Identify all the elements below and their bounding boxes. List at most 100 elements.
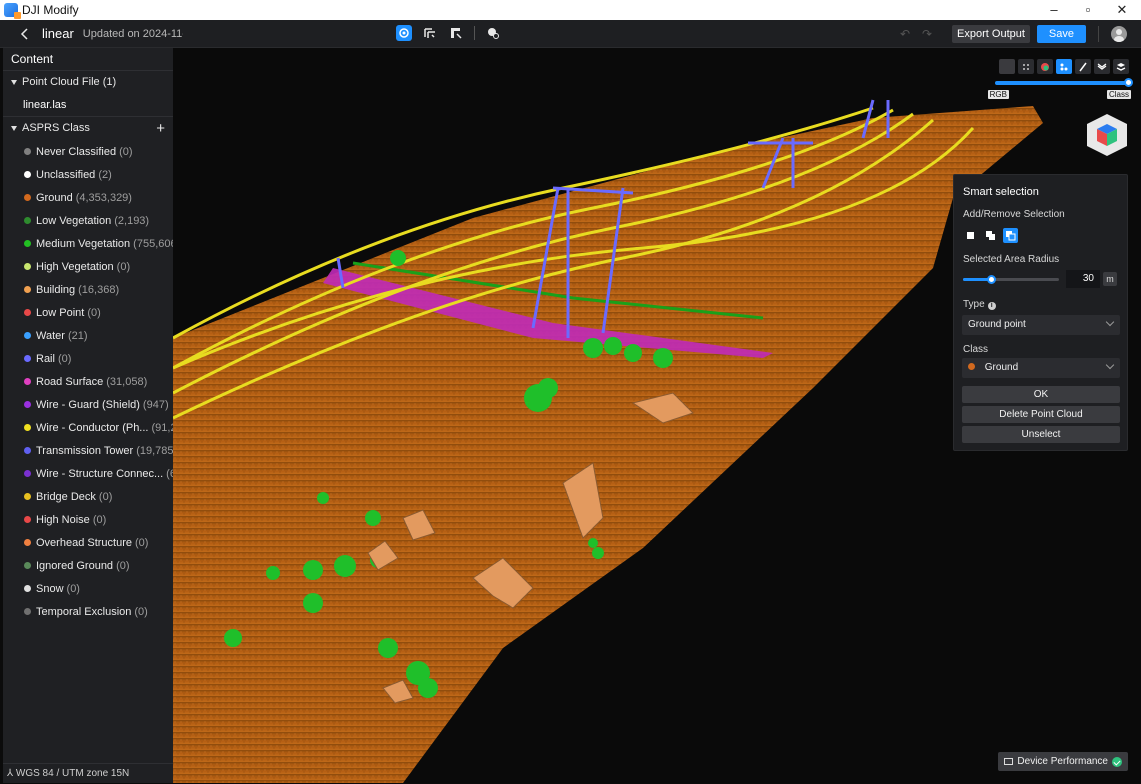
class-mode-icon[interactable] (1056, 59, 1072, 74)
delete-point-cloud-button[interactable]: Delete Point Cloud (962, 406, 1120, 423)
radius-input[interactable]: 30 (1066, 270, 1100, 288)
class-item[interactable]: Wire - Conductor (Ph...(91,254) (3, 416, 173, 439)
class-color-dot (24, 171, 31, 178)
box-select-icon[interactable] (448, 25, 464, 41)
user-avatar-icon[interactable] (1111, 26, 1127, 42)
window-title-bar: DJI Modify – ▫ ✕ (0, 0, 1141, 20)
class-item[interactable]: Transmission Tower(19,785) (3, 439, 173, 462)
class-item[interactable]: Never Classified (0) (3, 140, 173, 163)
add-selection-icon[interactable] (983, 228, 998, 243)
class-color-dot (24, 608, 31, 615)
class-color-dot (24, 378, 31, 385)
asprs-class-section[interactable]: ASPRS Class + (3, 117, 173, 140)
settings-cog-icon[interactable] (485, 25, 501, 41)
class-label: Wire - Structure Connec... (36, 467, 164, 480)
topbar-actions: ↶ ↷ Export Output Save (900, 20, 1141, 48)
device-performance-button[interactable]: Device Performance (998, 752, 1128, 771)
class-label: Overhead Structure (36, 536, 132, 549)
minimize-button[interactable]: – (1037, 0, 1071, 20)
class-select[interactable]: Ground (962, 358, 1120, 378)
class-item[interactable]: Ground (4,353,329) (3, 186, 173, 209)
type-label-wrap: Type i (963, 299, 996, 310)
class-color-dot (24, 493, 31, 500)
class-item[interactable]: Temporal Exclusion (0) (3, 600, 173, 623)
class-label: Rail (36, 352, 55, 365)
class-count: (650) (166, 467, 173, 480)
class-item[interactable]: High Vegetation (0) (3, 255, 173, 278)
rgb-mode-icon[interactable] (1037, 59, 1053, 74)
class-color-dot (24, 240, 31, 247)
caret-down-icon (11, 126, 17, 131)
class-count: (0) (87, 306, 101, 319)
maximize-button[interactable]: ▫ (1071, 0, 1105, 20)
rgb-tag: RGB (987, 90, 1009, 99)
grid-icon[interactable] (999, 59, 1015, 74)
brush-icon[interactable] (1075, 59, 1091, 74)
class-label: Temporal Exclusion (36, 605, 132, 618)
topbar-divider (1098, 26, 1099, 42)
type-select[interactable]: Ground point (962, 315, 1120, 335)
class-count: (16,368) (78, 283, 120, 296)
class-count: (947) (142, 398, 169, 411)
add-class-icon[interactable]: + (156, 117, 165, 140)
type-select-value: Ground point (968, 319, 1026, 330)
back-arrow-icon[interactable] (18, 27, 32, 41)
class-item[interactable]: Ignored Ground (0) (3, 554, 173, 577)
class-color-dot (24, 516, 31, 523)
color-blend-slider-knob[interactable] (1124, 78, 1133, 87)
close-button[interactable]: ✕ (1105, 0, 1139, 20)
class-color-dot (24, 539, 31, 546)
smart-selection-panel: Smart selection Add/Remove Selection Sel… (953, 174, 1128, 451)
class-count: (0) (66, 582, 80, 595)
class-count: (31,058) (106, 375, 148, 388)
smart-select-icon[interactable] (396, 25, 412, 41)
class-color-dot (24, 585, 31, 592)
class-item[interactable]: Road Surface (31,058) (3, 370, 173, 393)
class-item[interactable]: Water (21) (3, 324, 173, 347)
unselect-button[interactable]: Unselect (962, 426, 1120, 443)
lasso-select-icon[interactable] (422, 25, 438, 41)
layers-icon[interactable] (1094, 59, 1110, 74)
class-color-dot (24, 355, 31, 362)
class-color-dot (24, 447, 31, 454)
class-item[interactable]: Overhead Structure (0) (3, 531, 173, 554)
dense-points-icon[interactable] (1018, 59, 1034, 74)
class-item[interactable]: Low Point (0) (3, 301, 173, 324)
export-output-button[interactable]: Export Output (952, 25, 1030, 43)
replace-selection-icon[interactable] (963, 228, 978, 243)
class-label: Bridge Deck (36, 490, 96, 503)
class-item[interactable]: Unclassified (2) (3, 163, 173, 186)
class-select-value: Ground (984, 362, 1019, 373)
monitor-icon (1004, 758, 1014, 765)
class-count: (0) (92, 513, 107, 526)
redo-icon[interactable]: ↷ (922, 27, 936, 41)
view-cube-icon[interactable] (1083, 110, 1131, 158)
ok-button[interactable]: OK (962, 386, 1120, 403)
content-sidebar: Content Point Cloud File (1) linear.las … (3, 48, 173, 783)
stack-icon[interactable] (1113, 59, 1129, 74)
chevron-down-icon (1105, 360, 1115, 370)
class-item[interactable]: Snow (0) (3, 577, 173, 600)
save-button[interactable]: Save (1036, 25, 1086, 43)
point-cloud-viewport[interactable]: RGB Class Smart selection Add/Remove Sel… (173, 48, 1141, 783)
class-item[interactable]: Rail (0) (3, 347, 173, 370)
class-item[interactable]: Medium Vegetation(755,606) (3, 232, 173, 255)
subtract-selection-icon[interactable] (1003, 228, 1018, 243)
radius-slider[interactable] (963, 275, 1059, 284)
class-label: Building (36, 283, 76, 296)
class-item[interactable]: Building (16,368) (3, 278, 173, 301)
panel-title: Smart selection (963, 186, 1039, 198)
color-blend-slider[interactable] (995, 78, 1133, 87)
undo-icon[interactable]: ↶ (900, 27, 914, 41)
class-item[interactable]: Wire - Guard (Shield) (947) (3, 393, 173, 416)
class-item[interactable]: High Noise (0) (3, 508, 173, 531)
radius-slider-knob[interactable] (986, 275, 996, 284)
point-cloud-section[interactable]: Point Cloud File (1) (3, 71, 173, 94)
type-label: Type (963, 299, 985, 310)
class-item[interactable]: Bridge Deck (0) (3, 485, 173, 508)
class-item[interactable]: Low Vegetation (2,193) (3, 209, 173, 232)
class-count: (0) (57, 352, 72, 365)
point-cloud-file-item[interactable]: linear.las (3, 94, 173, 117)
info-icon[interactable]: i (987, 302, 996, 310)
class-item[interactable]: Wire - Structure Connec...(650) (3, 462, 173, 485)
